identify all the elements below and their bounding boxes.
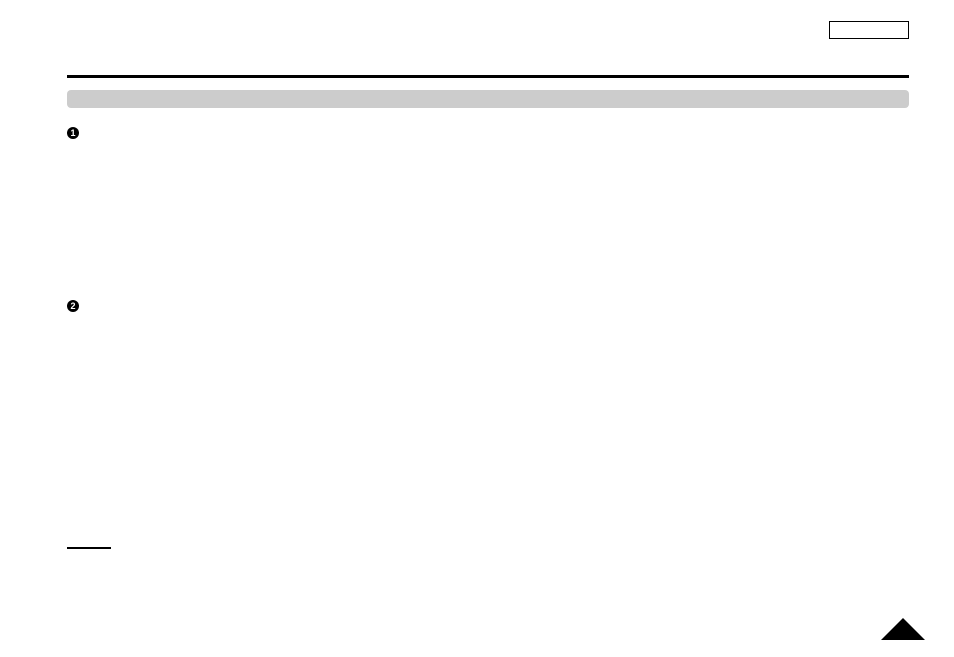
scroll-up-icon[interactable] bbox=[881, 618, 925, 640]
page-label-box bbox=[829, 21, 909, 39]
section-divider-thick bbox=[67, 75, 909, 78]
bullet-number: 1 bbox=[70, 128, 75, 138]
bullet-number: 2 bbox=[70, 301, 75, 311]
section-heading-bar bbox=[67, 90, 909, 108]
footnote-rule bbox=[67, 547, 111, 549]
numbered-bullet-1: 1 bbox=[67, 127, 79, 139]
numbered-bullet-2: 2 bbox=[67, 300, 79, 312]
